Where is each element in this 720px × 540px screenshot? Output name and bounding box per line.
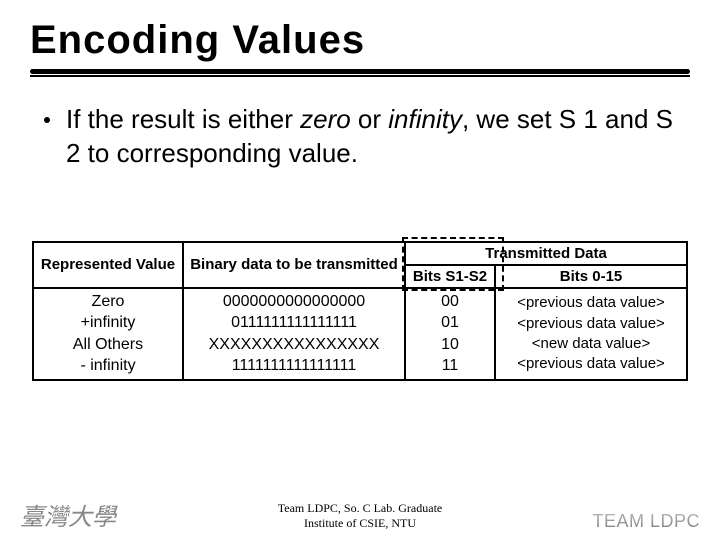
encoding-table: Represented Value Binary data to be tran…: [32, 241, 688, 381]
rep-2: All Others: [73, 334, 143, 356]
cell-binary: 0000000000000000 0111111111111111 XXXXXX…: [183, 288, 405, 380]
rep-1: +infinity: [81, 312, 136, 334]
s12-2: 10: [441, 334, 459, 356]
th-binary: Binary data to be transmitted: [183, 242, 405, 288]
bin-0: 0000000000000000: [223, 291, 365, 313]
th-bits-0-15: Bits 0-15: [495, 265, 687, 288]
s12-0: 00: [441, 291, 459, 313]
title-underline: [30, 69, 690, 79]
b015-1: <previous data value>: [517, 314, 665, 334]
th-transmitted: Transmitted Data: [405, 242, 687, 265]
bin-2: XXXXXXXXXXXXXXXX: [209, 334, 380, 356]
bullet-mid: or: [351, 104, 389, 134]
bullet-item: If the result is either zero or infinity…: [30, 103, 690, 171]
university-logo: 臺灣大學: [20, 497, 116, 532]
th-bits-s1s2: Bits S1-S2: [405, 265, 495, 288]
bin-1: 0111111111111111: [231, 312, 357, 334]
slide-title: Encoding Values: [30, 18, 690, 63]
bullet-dot-icon: [44, 117, 50, 123]
b015-3: <previous data value>: [517, 354, 665, 374]
bullet-prefix: If the result is either: [66, 104, 300, 134]
rep-3: - infinity: [80, 355, 135, 377]
cell-represented: Zero +infinity All Others - infinity: [33, 288, 183, 380]
rep-0: Zero: [92, 291, 125, 313]
encoding-table-wrap: Represented Value Binary data to be tran…: [30, 241, 690, 381]
b015-0: <previous data value>: [517, 293, 665, 313]
footer-bar: 臺灣大學 TEAM LDPC: [0, 497, 720, 532]
bullet-italic-infinity: infinity: [388, 104, 462, 134]
bullet-text: If the result is either zero or infinity…: [66, 103, 690, 171]
bullet-italic-zero: zero: [300, 104, 351, 134]
cell-bits015: <previous data value> <previous data val…: [495, 288, 687, 380]
team-logo: TEAM LDPC: [592, 511, 700, 532]
s12-3: 11: [442, 355, 459, 377]
b015-2: <new data value>: [532, 334, 650, 354]
cell-s1s2: 00 01 10 11: [405, 288, 495, 380]
th-represented: Represented Value: [33, 242, 183, 288]
s12-1: 01: [441, 312, 459, 334]
bin-3: 1111111111111111: [232, 355, 357, 377]
